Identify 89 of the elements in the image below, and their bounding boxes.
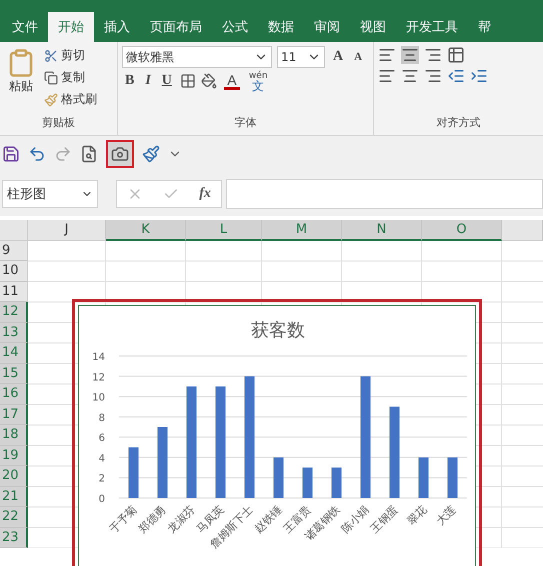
- column-header[interactable]: L: [186, 220, 262, 240]
- column-header[interactable]: J: [28, 220, 106, 240]
- phonetic-button[interactable]: wén 文: [246, 71, 270, 91]
- align-bottom-icon[interactable]: [424, 46, 442, 64]
- bold-button[interactable]: B: [122, 73, 138, 89]
- font-name-field[interactable]: 微软雅黑: [122, 46, 272, 68]
- bar: [158, 427, 168, 498]
- underline-button[interactable]: U: [158, 73, 175, 89]
- bar: [448, 457, 458, 498]
- align-left-icon[interactable]: [378, 67, 396, 85]
- copy-button[interactable]: 复制: [42, 68, 99, 87]
- undo-icon[interactable]: [28, 145, 46, 163]
- bar: [332, 468, 342, 498]
- category-label: 翠花: [404, 502, 430, 528]
- align-center-icon[interactable]: [401, 67, 419, 85]
- italic-button[interactable]: I: [142, 73, 154, 89]
- row-header[interactable]: 13: [0, 322, 28, 343]
- ribbon-tab[interactable]: 帮: [468, 12, 501, 42]
- ribbon-tab[interactable]: 视图: [350, 12, 396, 42]
- axis-tick-label: 0: [98, 494, 105, 505]
- formula-field[interactable]: [226, 179, 543, 209]
- chart-title: 获客数: [251, 320, 305, 341]
- shrink-font-button[interactable]: A: [351, 51, 366, 63]
- axis-tick-label: 10: [92, 392, 105, 404]
- row-header[interactable]: 19: [0, 446, 28, 466]
- chart-area[interactable]: 获客数 0 2 4 6 8 10 12 14 于予菊 郑德勇 龙淑芬 马凤英 詹姆斯下士 赵铁锤 王富贵 诸葛钢铁 陈小娟 王钢蛋 翠花 大莲: [78, 305, 476, 566]
- group-label: 剪贴板: [41, 115, 76, 131]
- row-header[interactable]: 12: [0, 302, 28, 322]
- axis-tick-label: 14: [92, 352, 105, 363]
- bar: [128, 447, 138, 498]
- group-label: 对齐方式: [436, 115, 482, 131]
- ribbon-tab[interactable]: 文件: [2, 12, 48, 42]
- indent-decrease-icon[interactable]: [447, 67, 465, 85]
- row-header[interactable]: 16: [0, 384, 28, 404]
- print-preview-icon[interactable]: [80, 145, 98, 163]
- insert-function-button[interactable]: fx: [199, 186, 211, 202]
- align-right-icon[interactable]: [424, 67, 442, 85]
- axis-tick-label: 2: [98, 474, 105, 485]
- ribbon-tab[interactable]: 审阅: [304, 12, 350, 42]
- row-header[interactable]: 14: [0, 343, 28, 364]
- fill-color-icon[interactable]: [200, 73, 217, 89]
- row-header[interactable]: 10: [0, 261, 28, 282]
- column-header[interactable]: K: [106, 220, 186, 240]
- ribbon-tab[interactable]: 开发工具: [396, 12, 468, 42]
- copy-icon: [44, 70, 58, 84]
- group-label: 字体: [234, 115, 258, 131]
- font-color-button[interactable]: A: [222, 72, 242, 90]
- column-header[interactable]: O: [422, 220, 502, 240]
- row-header[interactable]: 22: [0, 507, 28, 528]
- axis-tick-label: 4: [98, 453, 105, 464]
- cut-button[interactable]: 剪切: [42, 46, 99, 65]
- ribbon-tab[interactable]: 页面布局: [140, 12, 212, 42]
- borders-icon[interactable]: [180, 73, 196, 89]
- row-header[interactable]: 11: [0, 282, 28, 302]
- bar: [302, 468, 312, 498]
- camera-icon: [111, 145, 129, 163]
- paste-button[interactable]: 粘贴: [4, 46, 38, 115]
- ribbon-tab[interactable]: 插入: [94, 12, 140, 42]
- category-label: 大莲: [434, 502, 459, 528]
- bar: [418, 457, 428, 498]
- axis-tick-label: 8: [98, 412, 105, 424]
- column-header[interactable]: N: [342, 220, 422, 240]
- ribbon-tab[interactable]: 开始: [48, 12, 94, 42]
- row-header[interactable]: 18: [0, 425, 28, 446]
- scissors-icon: [44, 48, 58, 62]
- ribbon-tab[interactable]: 数据: [258, 12, 304, 42]
- camera-button[interactable]: [106, 140, 134, 168]
- align-middle-icon[interactable]: [401, 46, 419, 64]
- row-header[interactable]: 9: [0, 240, 28, 261]
- save-icon[interactable]: [2, 145, 20, 163]
- row-header[interactable]: 21: [0, 486, 28, 507]
- category-label: 王钢蛋: [368, 502, 401, 536]
- align-top-icon[interactable]: [378, 46, 396, 64]
- grow-font-button[interactable]: A: [330, 49, 346, 65]
- indent-increase-icon[interactable]: [470, 67, 488, 85]
- ribbon-tab[interactable]: 公式: [212, 12, 258, 42]
- brush-icon: [44, 92, 58, 106]
- axis-tick-label: 6: [98, 433, 105, 444]
- format-painter-button[interactable]: 格式刷: [42, 90, 99, 109]
- row-header[interactable]: 17: [0, 404, 28, 425]
- row-header[interactable]: 23: [0, 528, 28, 548]
- brush-icon[interactable]: [142, 145, 160, 163]
- font-size-field[interactable]: 11: [277, 46, 325, 68]
- name-box[interactable]: 柱形图: [2, 180, 98, 208]
- row-header[interactable]: 20: [0, 466, 28, 486]
- axis-tick-label: 12: [92, 372, 105, 384]
- row-header[interactable]: 15: [0, 364, 28, 384]
- column-header[interactable]: M: [262, 220, 342, 240]
- bar: [274, 457, 284, 498]
